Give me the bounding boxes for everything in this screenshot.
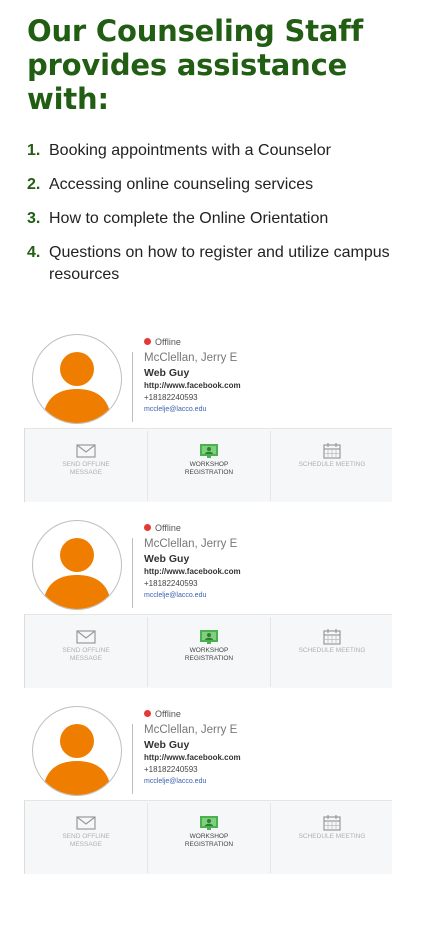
status: Offline — [144, 708, 384, 720]
button-label: Schedule Meeting — [298, 461, 366, 468]
page-heading: Our Counseling Staff provides assistance… — [27, 14, 364, 116]
counselor-phone: +18182240593 — [144, 393, 198, 402]
counselor-title: Web Guy — [144, 553, 190, 565]
service-text: Accessing online counseling services — [49, 176, 314, 193]
envelope-icon — [76, 630, 96, 644]
workshop-registration-button[interactable]: Workshop Registration — [148, 429, 270, 503]
status-dot-icon — [144, 524, 151, 531]
status-dot-icon — [144, 710, 151, 717]
counselor-name: McClellan, Jerry E — [144, 538, 238, 550]
calendar-icon — [323, 629, 341, 645]
send-offline-message-button[interactable]: Send Offline Message — [25, 801, 147, 875]
button-label: Workshop Registration — [184, 461, 234, 476]
status-text: Offline — [155, 709, 181, 719]
button-label: Send Offline Message — [62, 833, 110, 848]
counselor-card: Offline McClellan, Jerry E Web Guy http:… — [24, 702, 392, 874]
person-avatar-icon — [32, 706, 122, 796]
divider — [132, 352, 133, 422]
counselor-phone: +18182240593 — [144, 765, 198, 774]
counselor-name: McClellan, Jerry E — [144, 352, 238, 364]
counselor-info: Offline McClellan, Jerry E Web Guy http:… — [144, 708, 384, 787]
button-label: Send Offline Message — [62, 647, 110, 662]
envelope-icon — [76, 444, 96, 458]
counselor-info: Offline McClellan, Jerry E Web Guy http:… — [144, 522, 384, 601]
service-number: 3. — [27, 210, 41, 227]
monitor-icon — [200, 444, 218, 458]
counselor-email-link[interactable]: mcclelje@lacco.edu — [144, 404, 384, 415]
counselor-website-link[interactable]: http://www.facebook.com — [144, 380, 384, 392]
service-text: Questions on how to register and utilize… — [49, 244, 390, 283]
counselor-website-link[interactable]: http://www.facebook.com — [144, 752, 384, 764]
counselor-info: Offline McClellan, Jerry E Web Guy http:… — [144, 336, 384, 415]
service-text: Booking appointments with a Counselor — [49, 142, 331, 159]
workshop-registration-button[interactable]: Workshop Registration — [148, 801, 270, 875]
service-item: 3. How to complete the Online Orientation — [27, 208, 417, 230]
send-offline-message-button[interactable]: Send Offline Message — [25, 615, 147, 689]
person-avatar-icon — [32, 334, 122, 424]
counselor-title: Web Guy — [144, 367, 190, 379]
status: Offline — [144, 522, 384, 534]
counselor-card: Offline McClellan, Jerry E Web Guy http:… — [24, 330, 392, 502]
service-number: 4. — [27, 244, 41, 261]
status-dot-icon — [144, 338, 151, 345]
button-label: Workshop Registration — [184, 833, 234, 848]
card-actions: Send Offline Message Workshop Registrati… — [24, 614, 392, 688]
counselor-phone: +18182240593 — [144, 579, 198, 588]
envelope-icon — [76, 816, 96, 830]
service-number: 2. — [27, 176, 41, 193]
service-number: 1. — [27, 142, 41, 159]
person-avatar-icon — [32, 520, 122, 610]
counselor-email-link[interactable]: mcclelje@lacco.edu — [144, 590, 384, 601]
calendar-icon — [323, 443, 341, 459]
card-actions: Send Offline Message Workshop Registrati… — [24, 428, 392, 502]
counselor-title: Web Guy — [144, 739, 190, 751]
button-label: Send Offline Message — [62, 461, 110, 476]
card-actions: Send Offline Message Workshop Registrati… — [24, 800, 392, 874]
button-label: Schedule Meeting — [298, 647, 366, 654]
divider — [132, 724, 133, 794]
counselor-website-link[interactable]: http://www.facebook.com — [144, 566, 384, 578]
monitor-icon — [200, 630, 218, 644]
calendar-icon — [323, 815, 341, 831]
divider — [132, 538, 133, 608]
counselor-email-link[interactable]: mcclelje@lacco.edu — [144, 776, 384, 787]
schedule-meeting-button[interactable]: Schedule Meeting — [271, 615, 393, 689]
workshop-registration-button[interactable]: Workshop Registration — [148, 615, 270, 689]
status-text: Offline — [155, 337, 181, 347]
schedule-meeting-button[interactable]: Schedule Meeting — [271, 801, 393, 875]
service-text: How to complete the Online Orientation — [49, 210, 329, 227]
status: Offline — [144, 336, 384, 348]
service-item: 4. Questions on how to register and utili… — [27, 242, 417, 286]
service-item: 1. Booking appointments with a Counselor — [27, 140, 417, 162]
service-item: 2. Accessing online counseling services — [27, 174, 417, 196]
monitor-icon — [200, 816, 218, 830]
schedule-meeting-button[interactable]: Schedule Meeting — [271, 429, 393, 503]
services-list: 1. Booking appointments with a Counselor … — [27, 140, 417, 298]
counselor-card: Offline McClellan, Jerry E Web Guy http:… — [24, 516, 392, 688]
button-label: Workshop Registration — [184, 647, 234, 662]
counselor-name: McClellan, Jerry E — [144, 724, 238, 736]
button-label: Schedule Meeting — [298, 833, 366, 840]
send-offline-message-button[interactable]: Send Offline Message — [25, 429, 147, 503]
status-text: Offline — [155, 523, 181, 533]
